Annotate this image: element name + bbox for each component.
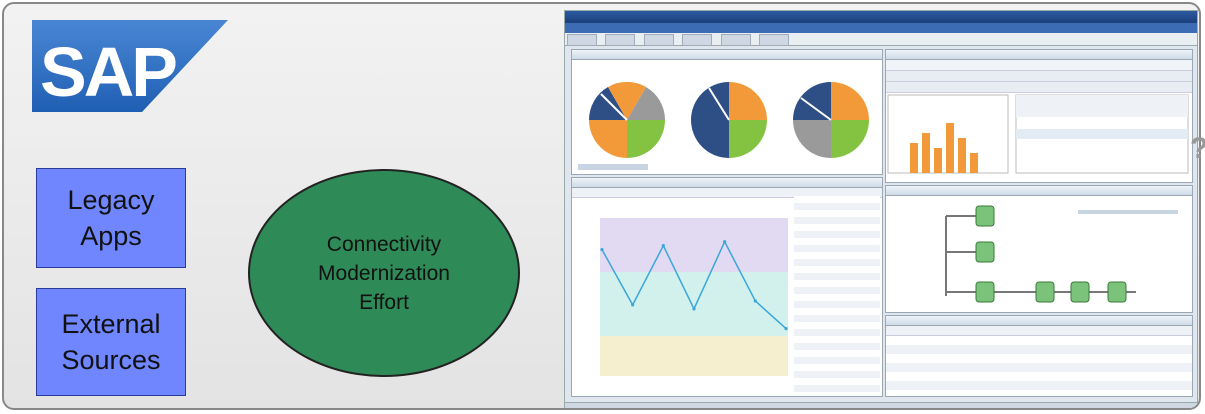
app-tab[interactable] [605,34,636,46]
analysis-window [885,49,1193,183]
analysis-menubar[interactable] [886,60,1192,71]
app-tab[interactable] [682,34,713,46]
trend-point [692,307,696,311]
alert-table-window [885,315,1193,397]
app-tabbar [565,33,1197,46]
analysis-window-header [886,50,1192,60]
process-diagram [945,205,1178,303]
line-chart-header [572,178,882,188]
trend-point [723,240,727,244]
trend-point [600,248,604,252]
gauges [578,81,869,170]
embedded-app-screenshot [564,10,1198,408]
analysis-toolbar[interactable] [886,71,1192,82]
trend-chart [600,218,788,376]
process-flow-window [885,185,1193,313]
app-tab[interactable] [567,34,597,46]
analysis-toolbar-2[interactable] [886,82,1192,93]
external-sources-box: External Sources [36,288,186,396]
analysis-bar-chart [887,94,1189,174]
slide-panel: SAP Legacy Apps External Sources Connect… [2,2,1201,410]
app-tab[interactable] [643,34,674,46]
trend-point [631,303,635,307]
legacy-apps-box: Legacy Apps [36,168,186,268]
app-statusbar [565,402,1197,408]
kpi-window [571,49,883,175]
process-flow-header [886,186,1192,196]
trend-point [753,299,757,303]
connectivity-ellipse: Connectivity Modernization Effort [248,169,520,377]
trend-point [784,327,788,331]
app-titlebar [565,11,1197,23]
app-tab[interactable] [720,34,751,46]
app-navbar [565,23,1197,33]
app-tab[interactable] [759,34,790,46]
data-table [794,196,880,392]
line-chart-window [571,177,883,397]
sap-logo: SAP [32,20,228,112]
sap-logo-text: SAP [40,33,176,111]
kpi-window-header [572,50,882,60]
alert-table-header [886,316,1192,326]
trend-point [661,244,665,248]
partial-glyph: ? [1190,132,1205,166]
alert-rows [886,336,1192,396]
alert-filter-bar[interactable] [886,326,1192,336]
